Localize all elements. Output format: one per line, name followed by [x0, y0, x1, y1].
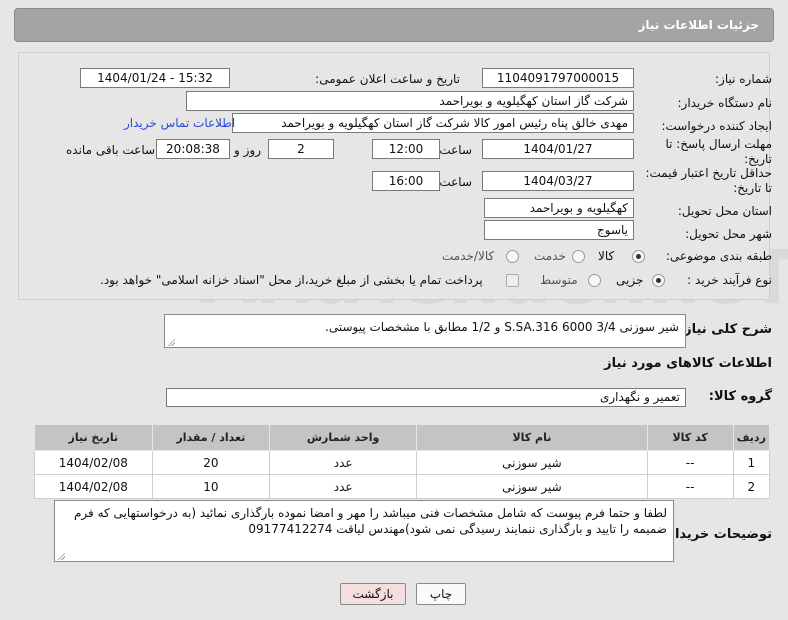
category-label: طبقه بندی موضوعی: [665, 249, 772, 263]
cell-unit: عدد [269, 474, 418, 499]
buyer-notes-label: توضیحات خریدار: [662, 527, 772, 542]
summary-label: شرح کلی نیاز: [678, 322, 772, 337]
treasury-payment-note: پرداخت تمام یا بخشی از مبلغ خرید،از محل … [100, 273, 483, 287]
cell-name: شیر سوزنی [416, 450, 648, 475]
treasury-payment-checkbox[interactable] [506, 274, 519, 287]
province-label: استان محل تحویل: [677, 204, 772, 218]
deadline-time-field[interactable]: 12:00 [372, 139, 440, 159]
col-name: نام کالا [416, 424, 648, 451]
category-option-goods: کالا [598, 249, 615, 263]
process-option-minor: جزیی [616, 273, 644, 287]
col-unit: واحد شمارش [269, 424, 418, 451]
cell-date: 1404/02/08 [34, 450, 153, 475]
table-header-row: ردیف کد کالا نام کالا واحد شمارش تعداد /… [34, 424, 771, 451]
col-date: تاریخ نیاز [34, 424, 153, 451]
summary-textarea[interactable]: شیر سوزنی 3/4 S.SA.316 6000 و 1/2 مطابق … [164, 314, 686, 348]
price-validity-label: حداقل تاریخ اعتبار قیمت: تا تاریخ: [645, 166, 772, 195]
category-radio-service[interactable] [572, 250, 585, 263]
process-label: نوع فرآیند خرید : [687, 273, 772, 287]
price-validity-date-field[interactable]: 1404/03/27 [482, 171, 634, 191]
remaining-time-field[interactable]: 20:08:38 [156, 139, 230, 159]
page-title: جزئیات اطلاعات نیاز [638, 18, 759, 32]
back-button[interactable]: بازگشت [340, 583, 406, 605]
category-radio-goods-service[interactable] [506, 250, 519, 263]
province-field[interactable]: کهگیلویه و بویراحمد [484, 198, 634, 218]
goods-table: ردیف کد کالا نام کالا واحد شمارش تعداد /… [34, 424, 771, 499]
days-label: روز و [234, 143, 261, 157]
col-row: ردیف [732, 424, 771, 451]
announce-date-field[interactable]: 1404/01/24 - 15:32 [80, 68, 230, 88]
page-header: جزئیات اطلاعات نیاز [14, 8, 774, 42]
creator-label: ایجاد کننده درخواست: [661, 119, 772, 133]
cell-row: 1 [732, 450, 771, 475]
buyer-org-field[interactable]: شرکت گاز استان کهگیلویه و بویراحمد [186, 91, 634, 111]
category-option-service: خدمت [534, 249, 566, 263]
cell-name: شیر سوزنی [416, 474, 648, 499]
city-label: شهر محل تحویل: [685, 227, 772, 241]
process-option-medium: متوسط [540, 273, 578, 287]
announce-label: تاریخ و ساعت اعلان عمومی: [315, 72, 460, 86]
cell-qty: 10 [151, 474, 271, 499]
cell-qty: 20 [151, 450, 271, 475]
resize-grip-icon[interactable] [57, 552, 65, 560]
goods-group-label: گروه کالا: [708, 389, 772, 404]
category-option-goods-service: کالا/خدمت [442, 249, 495, 263]
buyer-contact-link[interactable]: اطلاعات تماس خریدار [124, 116, 235, 130]
cell-code: -- [646, 450, 734, 475]
city-field[interactable]: یاسوج [484, 220, 634, 240]
buyer-notes-textarea[interactable]: لطفا و حتما فرم پیوست که شامل مشخصات فنی… [54, 500, 674, 562]
table-row[interactable]: 2 -- شیر سوزنی عدد 10 1404/02/08 [34, 474, 771, 499]
buyer-notes-text: لطفا و حتما فرم پیوست که شامل مشخصات فنی… [73, 506, 667, 536]
cell-code: -- [646, 474, 734, 499]
remaining-label: ساعت باقی مانده [66, 143, 156, 157]
category-radio-goods[interactable] [632, 250, 645, 263]
process-radio-medium[interactable] [588, 274, 601, 287]
goods-group-field[interactable]: تعمیر و نگهداری [166, 388, 686, 407]
deadline-label: مهلت ارسال پاسخ: تا تاریخ: [665, 137, 772, 166]
cell-unit: عدد [269, 450, 418, 475]
days-remaining-field[interactable]: 2 [268, 139, 334, 159]
cell-row: 2 [732, 474, 771, 499]
creator-field[interactable]: مهدی خالق پناه رئیس امور کالا شرکت گاز ا… [232, 113, 634, 133]
summary-text: شیر سوزنی 3/4 S.SA.316 6000 و 1/2 مطابق … [325, 320, 679, 334]
col-qty: تعداد / مقدار [151, 424, 271, 451]
cell-date: 1404/02/08 [34, 474, 153, 499]
goods-section-title: اطلاعات کالاهای مورد نیاز [604, 356, 772, 371]
buyer-org-label: نام دستگاه خریدار: [677, 96, 773, 110]
deadline-date-field[interactable]: 1404/01/27 [482, 139, 634, 159]
need-number-field[interactable]: 1104091797000015 [482, 68, 634, 88]
print-button[interactable]: چاپ [416, 583, 466, 605]
need-number-label: شماره نیاز: [715, 72, 772, 86]
resize-grip-icon[interactable] [167, 338, 175, 346]
price-validity-time-label: ساعت [439, 175, 472, 189]
price-validity-time-field[interactable]: 16:00 [372, 171, 440, 191]
process-radio-minor[interactable] [652, 274, 665, 287]
deadline-time-label: ساعت [439, 143, 472, 157]
table-row[interactable]: 1 -- شیر سوزنی عدد 20 1404/02/08 [34, 450, 771, 475]
col-code: کد کالا [646, 424, 734, 451]
